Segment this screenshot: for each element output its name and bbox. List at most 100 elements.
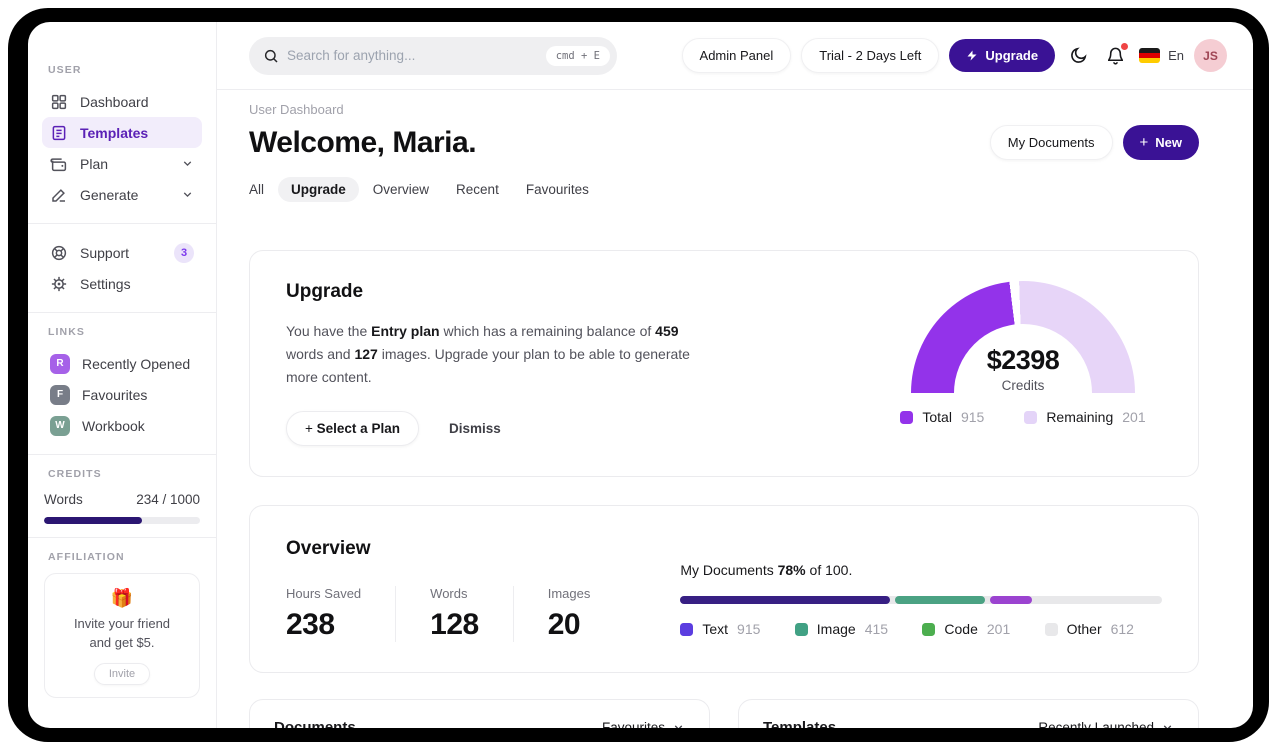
sidebar-divider <box>28 312 216 313</box>
lightning-icon <box>967 50 977 61</box>
templates-filter-dropdown[interactable]: Recently Launched <box>1038 720 1174 728</box>
sidebar-item-label: Support <box>80 244 130 261</box>
lifebuoy-icon <box>51 245 67 260</box>
stat-hours-saved: Hours Saved 238 <box>286 586 362 642</box>
sidebar-item-label: Settings <box>80 275 131 292</box>
progress-segment-image <box>895 596 985 605</box>
plus-icon: + <box>305 421 313 437</box>
chevron-down-icon <box>1163 725 1172 728</box>
sidebar-divider <box>28 223 216 224</box>
tab-all[interactable]: All <box>249 182 264 197</box>
documents-progress-track <box>680 596 1162 605</box>
sidebar-section-credits: CREDITS <box>48 468 102 480</box>
gift-icon: 🎁 <box>110 588 134 608</box>
sidebar-item-settings[interactable]: Settings <box>42 268 202 299</box>
upgrade-button[interactable]: Upgrade <box>949 39 1056 72</box>
german-flag-icon <box>1139 48 1161 63</box>
sidebar-item-label: Templates <box>80 124 149 141</box>
stat-images: Images 20 <box>512 586 625 643</box>
sidebar-item-label: Dashboard <box>80 93 149 110</box>
sidebar-item-support[interactable]: Support 3 <box>42 237 202 268</box>
tab-recent[interactable]: Recent <box>456 182 499 197</box>
affiliation-text-line1: Invite your friend <box>73 616 171 631</box>
invite-button[interactable]: Invite <box>93 662 151 685</box>
credits-gauge-label: Credits <box>1001 378 1045 393</box>
topbar: cmd + E Admin Panel Trial - 2 Days Left … <box>217 22 1253 90</box>
wallet-icon <box>50 157 67 171</box>
legend-swatch <box>922 622 936 636</box>
overview-card-title: Overview <box>286 538 371 560</box>
support-count-badge: 3 <box>174 242 194 263</box>
sidebar-section-links: LINKS <box>48 326 85 338</box>
main-content: User Dashboard Welcome, Maria. My Docume… <box>217 90 1253 728</box>
link-badge: R <box>50 353 70 374</box>
upgrade-card-body: You have the Entry plan which has a rema… <box>286 323 690 386</box>
admin-panel-button[interactable]: Admin Panel <box>681 38 792 73</box>
legend-item-remaining: Remaining 201 <box>1024 409 1146 425</box>
search-bar[interactable]: cmd + E <box>249 36 617 75</box>
stat-words: Words 128 <box>395 586 513 643</box>
sidebar-section-user: USER <box>48 64 82 76</box>
notifications-button[interactable] <box>1102 42 1129 69</box>
moon-icon <box>1071 47 1087 63</box>
dark-mode-toggle[interactable] <box>1065 42 1092 69</box>
legend-swatch <box>794 622 808 636</box>
gear-icon <box>51 276 67 291</box>
sidebar-item-label: Recently Opened <box>82 355 191 372</box>
credits-label: Words <box>44 492 83 507</box>
templates-card-title: Templates <box>763 719 837 728</box>
page-title: Welcome, Maria. <box>249 125 477 159</box>
credits-progress-track <box>44 517 200 524</box>
sidebar-item-dashboard[interactable]: Dashboard <box>42 86 202 117</box>
progress-segment-text <box>680 596 890 605</box>
legend-item-image: Image 415 <box>794 621 888 637</box>
link-badge: F <box>50 384 70 405</box>
credits-progress-fill <box>44 517 143 524</box>
my-documents-button[interactable]: My Documents <box>989 125 1113 160</box>
sidebar-link-recently-opened[interactable]: R Recently Opened <box>42 348 202 379</box>
trial-badge[interactable]: Trial - 2 Days Left <box>801 38 940 73</box>
upgrade-card: Upgrade You have the Entry plan which ha… <box>249 250 1199 478</box>
chevron-down-icon <box>674 725 683 728</box>
language-selector[interactable]: En <box>1139 48 1184 63</box>
chevron-down-icon <box>183 161 192 167</box>
affiliation-text-line2: and get $5. <box>89 634 155 650</box>
credits-gauge-value: $2398 <box>986 345 1060 375</box>
search-shortcut: cmd + E <box>545 45 610 66</box>
chevron-down-icon <box>183 192 192 198</box>
sidebar-item-templates[interactable]: Templates <box>42 117 202 148</box>
gauge-legend: Total 915 Remaining 201 <box>900 409 1146 425</box>
legend-swatch <box>1024 410 1038 424</box>
grid-icon <box>51 94 67 109</box>
sidebar-item-plan[interactable]: Plan <box>42 148 202 179</box>
search-icon <box>264 49 278 63</box>
sidebar-link-workbook[interactable]: W Workbook <box>42 410 202 441</box>
sidebar-item-label: Generate <box>80 186 139 203</box>
affiliation-card: 🎁 Invite your friend and get $5. Invite <box>44 573 200 698</box>
new-button[interactable]: + New <box>1122 125 1199 160</box>
stats-row: Hours Saved 238 Words 128 Images 20 <box>286 586 625 643</box>
breadcrumb: User Dashboard <box>249 102 344 117</box>
documents-card-title: Documents <box>274 719 356 728</box>
overview-card: Overview Hours Saved 238 Words 128 Image… <box>249 505 1199 674</box>
user-avatar[interactable]: JS <box>1194 39 1227 72</box>
search-input[interactable] <box>287 48 538 63</box>
templates-card: Templates Recently Launched Blog Post Ti… <box>738 699 1199 728</box>
legend-swatch <box>900 410 914 424</box>
documents-filter-dropdown[interactable]: Favourites <box>602 720 685 728</box>
sidebar-item-generate[interactable]: Generate <box>42 179 202 210</box>
link-badge: W <box>50 415 70 436</box>
progress-segment-code <box>990 596 1032 605</box>
sidebar: USER Dashboard Templates Plan Generate S… <box>28 22 217 728</box>
legend-item-text: Text 915 <box>680 621 760 637</box>
notification-dot <box>1121 43 1129 50</box>
dismiss-button[interactable]: Dismiss <box>449 421 501 436</box>
sidebar-divider <box>28 537 216 538</box>
tab-favourites[interactable]: Favourites <box>526 182 589 197</box>
tab-overview[interactable]: Overview <box>373 182 429 197</box>
tab-upgrade[interactable]: Upgrade <box>278 177 359 202</box>
plus-icon: + <box>1139 134 1149 151</box>
sidebar-section-affiliation: AFFILIATION <box>48 551 125 563</box>
select-plan-button[interactable]: + Select a Plan <box>286 411 419 447</box>
sidebar-link-favourites[interactable]: F Favourites <box>42 379 202 410</box>
